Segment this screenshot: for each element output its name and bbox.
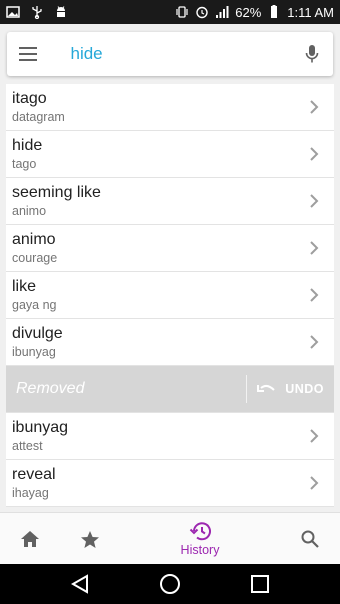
list-item-word: animo [12, 231, 56, 248]
battery-icon [267, 5, 281, 19]
list-item[interactable]: divulge ibunyag [6, 319, 334, 366]
star-icon [81, 530, 99, 548]
list-item-translation: gaya ng [12, 298, 57, 312]
signal-icon [215, 5, 229, 19]
search-input[interactable] [48, 44, 292, 64]
chevron-right-icon [300, 234, 328, 262]
nav-search-button[interactable] [290, 513, 330, 565]
home-system-button[interactable] [158, 572, 182, 596]
microphone-icon [305, 45, 319, 63]
nav-home-button[interactable] [10, 513, 50, 565]
list-item-translation: datagram [12, 110, 65, 124]
list-item-translation: tago [12, 157, 37, 171]
list-item-word: itago [12, 90, 47, 107]
nav-favorites-button[interactable] [70, 513, 110, 565]
list-item-word: like [12, 278, 37, 295]
undo-label: UNDO [285, 382, 324, 396]
vibrate-icon [175, 5, 189, 19]
list-item[interactable]: animo courage [6, 225, 334, 272]
list-item[interactable]: hide tago [6, 131, 334, 178]
gallery-notification-icon [6, 5, 20, 19]
chevron-right-icon [300, 469, 328, 497]
list-item-word: hide [12, 137, 43, 154]
removed-snackbar: Removed UNDO [6, 366, 334, 413]
removed-message: Removed [16, 380, 85, 397]
list-item-word: divulge [12, 325, 63, 342]
recents-button[interactable] [248, 572, 272, 596]
undo-icon [257, 384, 275, 392]
back-triangle-icon [70, 574, 88, 594]
list-item[interactable]: reveal ihayag [6, 460, 334, 507]
chevron-right-icon [300, 281, 328, 309]
hamburger-menu-icon [18, 47, 37, 61]
list-item[interactable]: like gaya ng [6, 272, 334, 319]
search-bar [7, 32, 333, 76]
chevron-right-icon [300, 328, 328, 356]
list-item-translation: courage [12, 251, 58, 265]
chevron-right-icon [300, 187, 328, 215]
history-icon [189, 522, 211, 541]
list-item-word: ibunyag [12, 419, 69, 436]
bottom-navigation: History [0, 512, 340, 564]
clock-time: 1:11 AM [287, 4, 334, 20]
nav-history-label: History [180, 543, 220, 557]
list-item-translation: ibunyag [12, 345, 56, 359]
list-item[interactable]: seeming like animo [6, 178, 334, 225]
list-item-word: reveal [12, 466, 56, 483]
list-item[interactable]: itago datagram [6, 84, 334, 131]
home-icon [21, 531, 39, 547]
home-circle-icon [160, 574, 180, 594]
list-item-translation: ihayag [12, 486, 49, 500]
history-list: itago datagram hide tago seeming like animo… [6, 84, 334, 507]
back-button[interactable] [68, 572, 92, 596]
list-item-translation: attest [12, 439, 43, 453]
chevron-right-icon [300, 140, 328, 168]
list-item-word: seeming like [12, 184, 101, 201]
android-debug-icon [54, 5, 68, 19]
menu-button[interactable] [7, 32, 49, 76]
battery-percent: 62% [235, 4, 262, 20]
chevron-right-icon [300, 93, 328, 121]
system-navigation-bar [0, 564, 340, 604]
list-item[interactable]: ibunyag attest [6, 413, 334, 460]
undo-button[interactable]: UNDO [247, 366, 334, 412]
list-item-translation: animo [12, 204, 47, 218]
search-icon [301, 530, 319, 548]
status-bar: 62% 1:11 AM [0, 0, 340, 24]
voice-search-button[interactable] [292, 32, 334, 76]
usb-icon [30, 5, 44, 19]
chevron-right-icon [300, 422, 328, 450]
alarm-icon [195, 5, 209, 19]
recents-square-icon [251, 575, 269, 593]
nav-history-button[interactable]: History [165, 513, 235, 565]
